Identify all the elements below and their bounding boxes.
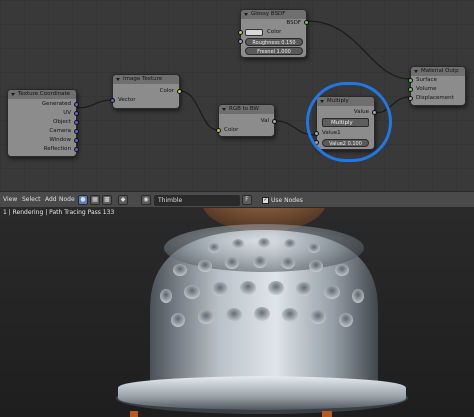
image-texture-node[interactable]: Image Texture Color Vector bbox=[110, 74, 182, 109]
window-socket[interactable] bbox=[74, 138, 79, 143]
fake-user-button[interactable]: F bbox=[242, 195, 252, 205]
output-reflection: Reflection bbox=[43, 146, 71, 152]
rgb-to-bw-header[interactable]: RGB to BW bbox=[219, 105, 274, 114]
color-swatch[interactable] bbox=[245, 29, 263, 36]
surface-input-socket[interactable] bbox=[408, 78, 413, 83]
object-shader-button[interactable]: ◆ bbox=[118, 195, 128, 205]
collapse-triangle-icon[interactable] bbox=[116, 78, 120, 81]
image-texture-output-label: Color bbox=[159, 88, 174, 94]
highlight-circle bbox=[306, 82, 392, 162]
collapse-triangle-icon[interactable] bbox=[11, 93, 15, 96]
rgb-to-bw-input-label: Color bbox=[224, 127, 239, 133]
glossy-bsdf-header[interactable]: Glossy BSDF bbox=[241, 10, 306, 19]
node-editor[interactable]: Glossy BSDF BSDF Color Roughness 0.150 F… bbox=[0, 0, 474, 191]
output-window: Window bbox=[49, 137, 71, 143]
roughness-field[interactable]: Roughness 0.150 bbox=[245, 38, 303, 46]
menu-select[interactable]: Select bbox=[22, 195, 41, 205]
uv-socket[interactable] bbox=[74, 111, 79, 116]
texture-icon: ▩ bbox=[104, 196, 110, 203]
material-output-node[interactable]: Material Outp Surface Volume Displacemen… bbox=[408, 66, 466, 106]
material-name-field[interactable]: Thimble bbox=[154, 195, 240, 206]
rgb-to-bw-title: RGB to BW bbox=[229, 106, 259, 112]
fresnel-field[interactable]: Fresnel 1.000 bbox=[245, 47, 303, 55]
collapse-triangle-icon[interactable] bbox=[222, 108, 226, 111]
camera-socket[interactable] bbox=[74, 129, 79, 134]
collapse-triangle-icon[interactable] bbox=[414, 70, 418, 73]
input-displacement: Displacement bbox=[416, 95, 454, 101]
displacement-input-socket[interactable] bbox=[408, 96, 413, 101]
color-input-socket[interactable] bbox=[216, 128, 221, 133]
bsdf-output-socket[interactable] bbox=[304, 20, 309, 25]
output-generated: Generated bbox=[41, 101, 71, 107]
output-camera: Camera bbox=[49, 128, 71, 134]
use-nodes-label: Use Nodes bbox=[271, 197, 303, 204]
image-texture-input-label: Vector bbox=[118, 97, 136, 103]
menu-add[interactable]: Add bbox=[45, 195, 57, 205]
material-browse-button[interactable]: ◉ bbox=[141, 195, 151, 205]
glossy-color-label: Color bbox=[267, 29, 282, 35]
texture-nodes-button[interactable]: ▩ bbox=[102, 195, 112, 205]
val-output-socket[interactable] bbox=[272, 119, 277, 124]
rgb-to-bw-node[interactable]: RGB to BW Val Color bbox=[216, 104, 277, 137]
image-texture-title: Image Texture bbox=[123, 76, 163, 82]
reflection-socket[interactable] bbox=[74, 147, 79, 152]
generated-socket[interactable] bbox=[74, 102, 79, 107]
input-surface: Surface bbox=[416, 77, 437, 83]
use-nodes-checkbox[interactable]: ✓ bbox=[262, 197, 269, 204]
use-nodes-toggle[interactable]: ✓ Use Nodes bbox=[262, 195, 303, 206]
color-input-socket[interactable] bbox=[238, 30, 243, 35]
glossy-bsdf-output-label: BSDF bbox=[286, 20, 301, 26]
texture-coordinate-title: Texture Coordinate bbox=[18, 91, 71, 97]
rgb-to-bw-output-label: Val bbox=[260, 118, 269, 124]
material-output-title: Material Outp bbox=[421, 68, 459, 74]
glossy-bsdf-title: Glossy BSDF bbox=[251, 11, 286, 17]
shader-icon: ● bbox=[80, 196, 86, 203]
output-uv: UV bbox=[63, 110, 71, 116]
texture-coordinate-node[interactable]: Texture Coordinate Generated UV Object C… bbox=[7, 89, 79, 157]
compositing-nodes-button[interactable]: ▦ bbox=[90, 195, 100, 205]
render-viewport[interactable]: 1 | Rendering | Path Tracing Pass 133 bbox=[0, 208, 474, 417]
texture-coordinate-header[interactable]: Texture Coordinate bbox=[8, 90, 76, 99]
vector-input-socket[interactable] bbox=[110, 98, 115, 103]
render-status-text: 1 | Rendering | Path Tracing Pass 133 bbox=[3, 209, 115, 216]
roughness-input-socket[interactable] bbox=[238, 39, 243, 44]
glossy-bsdf-node[interactable]: Glossy BSDF BSDF Color Roughness 0.150 F… bbox=[238, 9, 309, 58]
image-texture-header[interactable]: Image Texture bbox=[113, 75, 179, 84]
material-sphere-icon: ◉ bbox=[143, 196, 149, 203]
object-icon: ◆ bbox=[120, 196, 126, 203]
volume-input-socket[interactable] bbox=[408, 87, 413, 92]
thimble-render bbox=[116, 208, 408, 417]
shader-nodes-button[interactable]: ● bbox=[78, 195, 88, 205]
node-editor-header: View Select Add Node ● ▦ ▩ ◆ ◉ Thimble F… bbox=[0, 191, 474, 208]
color-output-socket[interactable] bbox=[177, 89, 182, 94]
object-socket[interactable] bbox=[74, 120, 79, 125]
menu-node[interactable]: Node bbox=[59, 195, 75, 205]
menu-view[interactable]: View bbox=[3, 195, 17, 205]
collapse-triangle-icon[interactable] bbox=[244, 13, 248, 16]
input-volume: Volume bbox=[416, 86, 437, 92]
fake-user-icon: F bbox=[245, 196, 249, 203]
compositing-icon: ▦ bbox=[92, 196, 98, 203]
output-object: Object bbox=[53, 119, 71, 125]
material-output-header[interactable]: Material Outp bbox=[411, 67, 465, 76]
